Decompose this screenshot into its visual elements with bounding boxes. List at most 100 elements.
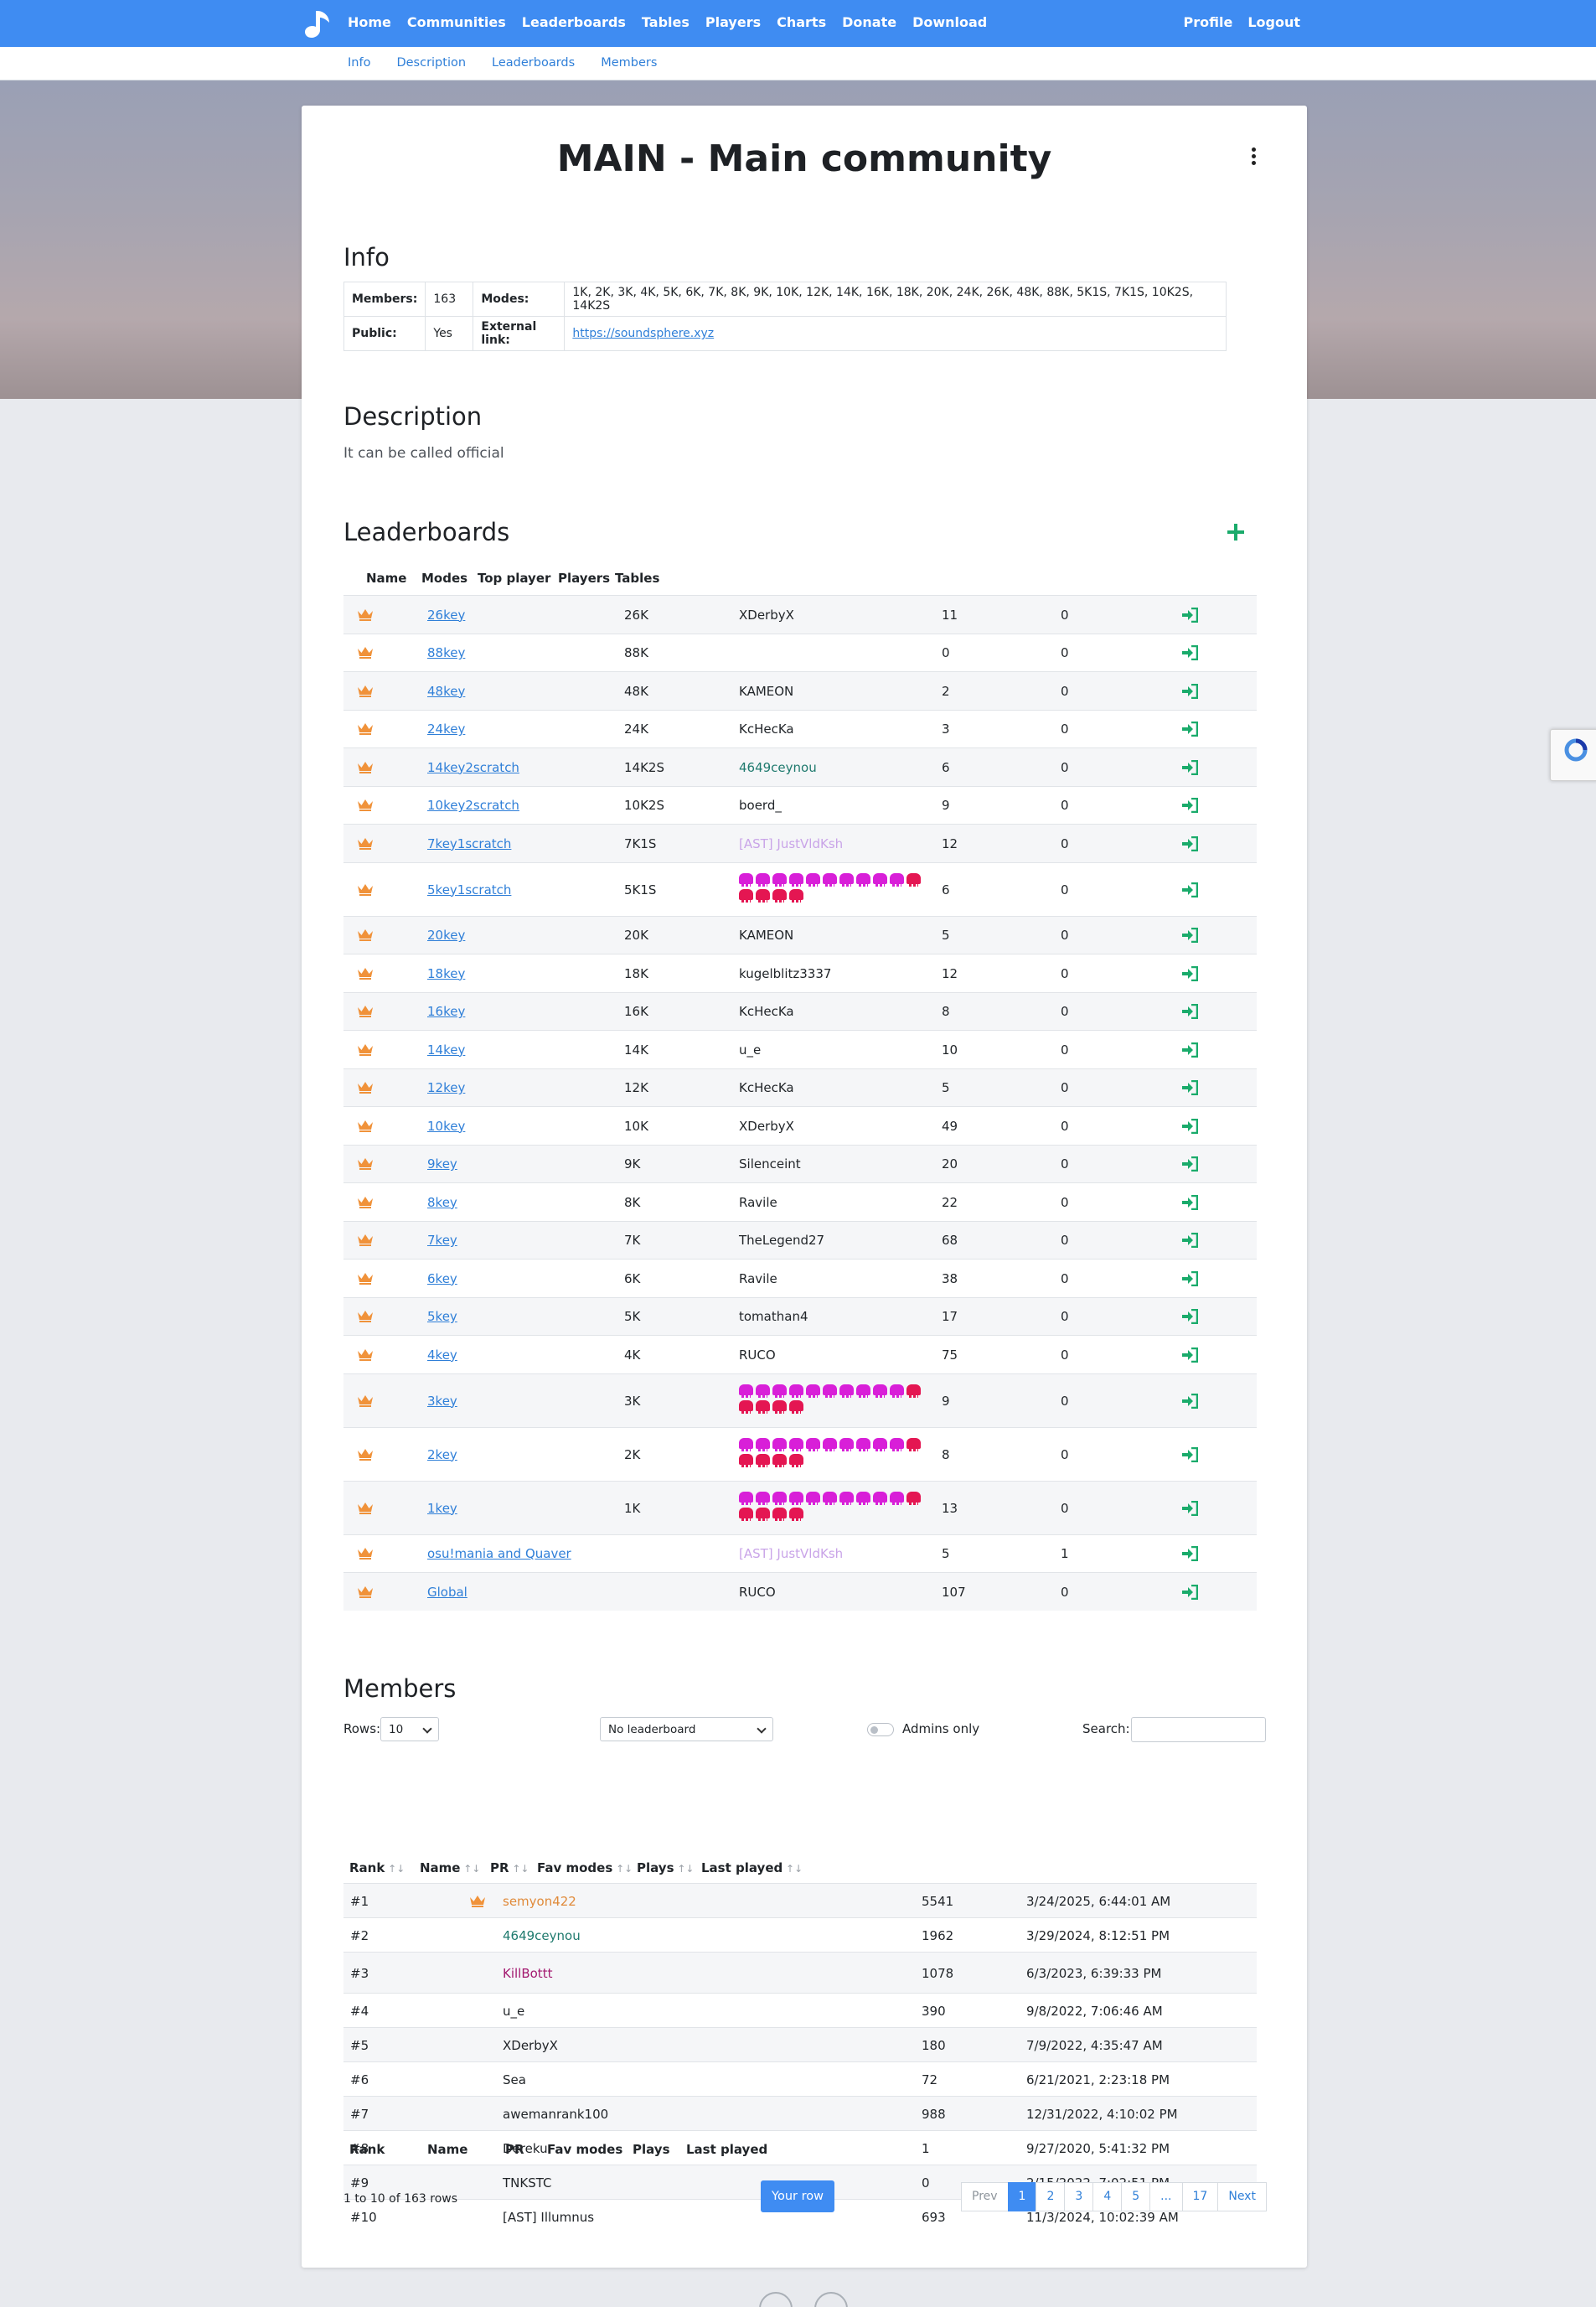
join-leaderboard-icon[interactable] (1181, 1546, 1198, 1562)
leaderboard-name-link[interactable]: 18key (427, 966, 465, 981)
subnav-link-members[interactable]: Members (601, 56, 657, 70)
leaderboard-name-link[interactable]: 48key (427, 684, 465, 699)
join-leaderboard-icon[interactable] (1181, 1118, 1198, 1134)
search-input[interactable] (1131, 1717, 1266, 1742)
leaderboard-top-player[interactable]: KcHecKa (739, 722, 794, 737)
leaderboard-name-link[interactable]: 9key (427, 1156, 457, 1172)
leaderboard-top-player[interactable]: 4649ceynou (739, 760, 817, 775)
leaderboard-top-player[interactable]: [AST] JustVldKsh (739, 1546, 843, 1561)
leaderboard-top-player[interactable]: [AST] JustVldKsh (739, 836, 843, 851)
join-leaderboard-icon[interactable] (1181, 683, 1198, 699)
external-link[interactable]: https://soundsphere.xyz (572, 327, 714, 340)
leaderboard-top-player[interactable]: Ravile (739, 1271, 777, 1286)
join-leaderboard-icon[interactable] (1181, 759, 1198, 775)
page-1-button[interactable]: 1 (1007, 2182, 1037, 2211)
member-name[interactable]: awemanrank100 (503, 2107, 608, 2122)
footer-social-icon[interactable] (814, 2292, 848, 2307)
page-4-button[interactable]: 4 (1092, 2182, 1123, 2211)
nav-link-tables[interactable]: Tables (642, 14, 690, 30)
member-name[interactable]: u_e (503, 2004, 524, 2019)
join-leaderboard-icon[interactable] (1181, 645, 1198, 661)
join-leaderboard-icon[interactable] (1181, 1080, 1198, 1096)
leaderboard-name-link[interactable]: 14key (427, 1042, 465, 1058)
page-2-button[interactable]: 2 (1036, 2182, 1066, 2211)
leaderboard-name-link[interactable]: 12key (427, 1080, 465, 1095)
join-leaderboard-icon[interactable] (1181, 1004, 1198, 1020)
nav-link-home[interactable]: Home (348, 14, 391, 30)
join-leaderboard-icon[interactable] (1181, 798, 1198, 814)
leaderboard-name-link[interactable]: 3key (427, 1394, 457, 1409)
leaderboard-name-link[interactable]: 8key (427, 1195, 457, 1210)
lb-col-top-player[interactable]: Top player (478, 571, 550, 586)
join-leaderboard-icon[interactable] (1181, 928, 1198, 944)
members-col-fav-modes[interactable]: Fav modes ↑↓ (537, 1860, 633, 1875)
leaderboard-name-link[interactable]: 5key (427, 1309, 457, 1324)
footer-social-icon[interactable] (759, 2292, 793, 2307)
leaderboard-top-player[interactable]: RUCO (739, 1347, 776, 1363)
leaderboard-name-link[interactable]: 1key (427, 1501, 457, 1516)
leaderboard-top-player[interactable]: KcHecKa (739, 1080, 794, 1095)
leaderboard-name-link[interactable]: Global (427, 1585, 467, 1600)
leaderboard-name-link[interactable]: 7key1scratch (427, 836, 511, 851)
lb-col-players[interactable]: Players (558, 571, 610, 586)
member-name[interactable]: XDerbyX (503, 2038, 558, 2053)
leaderboard-select[interactable]: No leaderboard (600, 1717, 773, 1741)
member-name[interactable]: KillBottt (503, 1966, 552, 1981)
nav-link-charts[interactable]: Charts (777, 14, 826, 30)
nav-link-download[interactable]: Download (912, 14, 987, 30)
join-leaderboard-icon[interactable] (1181, 835, 1198, 851)
leaderboard-top-player[interactable]: u_e (739, 1042, 761, 1058)
leaderboard-name-link[interactable]: 2key (427, 1447, 457, 1462)
leaderboard-name-link[interactable]: 26key (427, 608, 465, 623)
lb-col-tables[interactable]: Tables (615, 571, 659, 586)
join-leaderboard-icon[interactable] (1181, 1309, 1198, 1325)
leaderboard-name-link[interactable]: 16key (427, 1004, 465, 1019)
leaderboard-name-link[interactable]: 88key (427, 645, 465, 660)
top-player-emoji-name[interactable] (739, 1437, 927, 1470)
join-leaderboard-icon[interactable] (1181, 1270, 1198, 1286)
leaderboard-name-link[interactable]: 10key (427, 1119, 465, 1134)
join-leaderboard-icon[interactable] (1181, 722, 1198, 737)
subnav-link-leaderboards[interactable]: Leaderboards (492, 56, 575, 70)
nav-link-logout[interactable]: Logout (1247, 14, 1300, 30)
join-leaderboard-icon[interactable] (1181, 1194, 1198, 1210)
lb-col-modes[interactable]: Modes (421, 571, 467, 586)
member-name[interactable]: 4649ceynou (503, 1928, 581, 1943)
join-leaderboard-icon[interactable] (1181, 1156, 1198, 1172)
leaderboard-top-player[interactable]: RUCO (739, 1585, 776, 1600)
join-leaderboard-icon[interactable] (1181, 1347, 1198, 1363)
member-name[interactable]: [AST] Illumnus (503, 2210, 594, 2225)
leaderboard-top-player[interactable]: kugelblitz3337 (739, 966, 831, 981)
nav-link-donate[interactable]: Donate (842, 14, 896, 30)
join-leaderboard-icon[interactable] (1181, 882, 1198, 897)
leaderboard-top-player[interactable]: KAMEON (739, 928, 793, 943)
your-row-button[interactable]: Your row (761, 2180, 834, 2212)
join-leaderboard-icon[interactable] (1181, 965, 1198, 981)
admins-only-toggle[interactable] (867, 1723, 894, 1736)
leaderboard-name-link[interactable]: 5key1scratch (427, 882, 511, 897)
leaderboard-top-player[interactable]: XDerbyX (739, 1119, 794, 1134)
members-col-last-played[interactable]: Last played ↑↓ (701, 1860, 803, 1875)
lb-col-name[interactable]: Name (366, 571, 406, 586)
add-leaderboard-icon[interactable] (1227, 523, 1245, 541)
leaderboard-top-player[interactable]: KcHecKa (739, 1004, 794, 1019)
member-name[interactable]: semyon422 (503, 1894, 576, 1909)
leaderboard-top-player[interactable]: Ravile (739, 1195, 777, 1210)
join-leaderboard-icon[interactable] (1181, 1233, 1198, 1249)
recaptcha-badge[interactable] (1550, 729, 1596, 781)
join-leaderboard-icon[interactable] (1181, 607, 1198, 623)
leaderboard-top-player[interactable]: TheLegend27 (739, 1233, 824, 1248)
join-leaderboard-icon[interactable] (1181, 1500, 1198, 1516)
page-5-button[interactable]: 5 (1121, 2182, 1151, 2211)
nav-link-communities[interactable]: Communities (407, 14, 506, 30)
top-player-emoji-name[interactable] (739, 1491, 927, 1523)
leaderboard-top-player[interactable]: KAMEON (739, 684, 793, 699)
nav-link-profile[interactable]: Profile (1184, 14, 1233, 30)
join-leaderboard-icon[interactable] (1181, 1042, 1198, 1058)
page-next-button[interactable]: Next (1217, 2182, 1267, 2211)
page-prev-button[interactable]: Prev (961, 2182, 1009, 2211)
top-player-emoji-name[interactable] (739, 1384, 927, 1416)
leaderboard-name-link[interactable]: osu!mania and Quaver (427, 1546, 571, 1561)
top-player-emoji-name[interactable] (739, 872, 927, 905)
rows-per-page-select[interactable]: 10 (380, 1717, 439, 1741)
